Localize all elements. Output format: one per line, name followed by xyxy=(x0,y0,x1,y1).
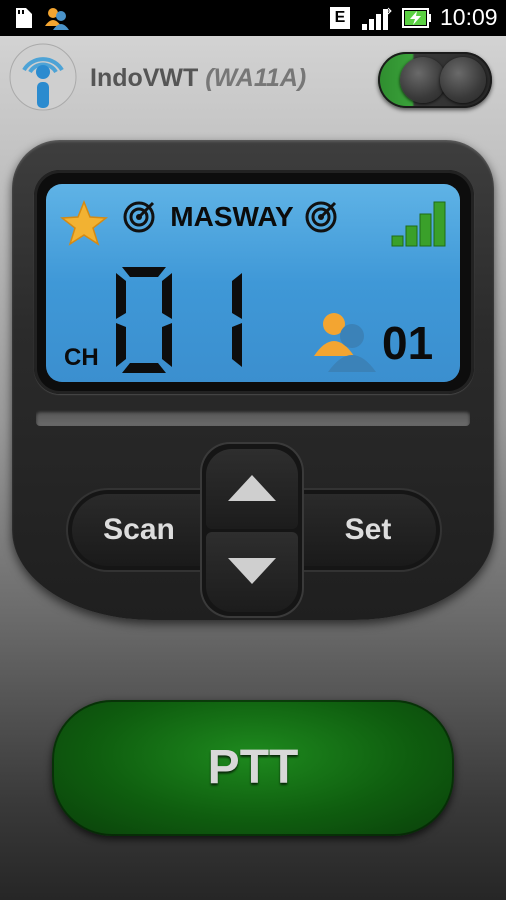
channel-down-button[interactable] xyxy=(206,532,298,612)
signal-icon xyxy=(362,7,392,30)
channel-name: MASWAY xyxy=(170,201,294,232)
channel-number-display xyxy=(116,267,242,373)
status-bar: E 10:09 xyxy=(0,0,506,36)
app-title: IndoVWT (WA11A) xyxy=(90,64,306,93)
battery-charging-icon xyxy=(402,8,431,28)
star-icon[interactable] xyxy=(60,200,108,246)
scan-button[interactable]: Scan xyxy=(72,494,206,566)
signal-strength-icon xyxy=(391,201,446,247)
channel-up-button[interactable] xyxy=(206,449,298,529)
toggle-knob xyxy=(440,57,486,103)
speaker-slot xyxy=(36,410,470,426)
network-type-badge: E xyxy=(330,7,350,29)
channel-label: CH xyxy=(64,344,99,371)
power-toggle[interactable] xyxy=(378,52,492,108)
callsign: (WA11A) xyxy=(205,64,307,92)
target-icon xyxy=(123,201,155,233)
ptt-label: PTT xyxy=(207,741,299,794)
app-name: IndoVWT xyxy=(90,64,199,92)
info-broadcast-icon[interactable] xyxy=(8,42,78,112)
users-icon[interactable] xyxy=(312,310,378,372)
set-button[interactable]: Set xyxy=(300,494,436,566)
user-count: 01 xyxy=(382,317,434,369)
ptt-button[interactable]: PTT xyxy=(52,700,454,836)
people-icon xyxy=(45,8,69,30)
sd-card-icon xyxy=(16,8,32,28)
arrow-up-icon xyxy=(228,475,276,501)
clock: 10:09 xyxy=(440,4,498,30)
target-icon xyxy=(305,201,337,233)
arrow-down-icon xyxy=(228,558,276,584)
